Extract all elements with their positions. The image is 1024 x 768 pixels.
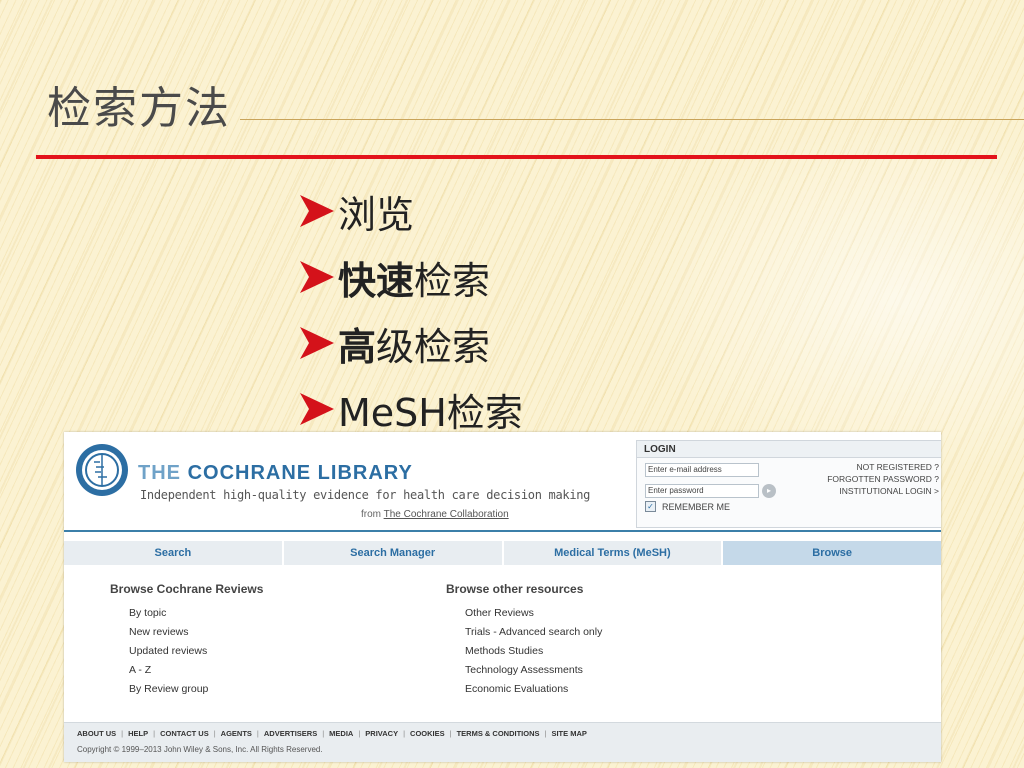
bullet-item: 浏览 xyxy=(296,178,523,244)
bullet-bold-text: 快速 xyxy=(338,258,415,303)
header-rule xyxy=(64,530,941,532)
browse-link-updated-reviews[interactable]: Updated reviews xyxy=(129,642,263,661)
password-field[interactable]: Enter password xyxy=(645,484,759,498)
cochrane-library-screenshot: THE COCHRANE LIBRARY Independent high-qu… xyxy=(64,432,941,762)
browse-link-methods-studies[interactable]: Methods Studies xyxy=(465,642,602,661)
browse-link-by-topic[interactable]: By topic xyxy=(129,604,263,623)
tab-mesh[interactable]: Medical Terms (MeSH) xyxy=(503,541,724,565)
bullet-text: 浏览 xyxy=(338,192,415,237)
footer-link-privacy[interactable]: PRIVACY xyxy=(365,729,398,738)
footer-link-help[interactable]: HELP xyxy=(128,729,148,738)
site-footer: ABOUT US | HELP | CONTACT US | AGENTS | ADVE… xyxy=(64,722,941,762)
footer-link-terms[interactable]: TERMS & CONDITIONS xyxy=(457,729,540,738)
browse-link-a-z[interactable]: A - Z xyxy=(129,661,263,680)
footer-link-cookies[interactable]: COOKIES xyxy=(410,729,445,738)
brand-prefix: THE xyxy=(138,462,188,484)
footer-link-about-us[interactable]: ABOUT US xyxy=(77,729,116,738)
browse-link-other-reviews[interactable]: Other Reviews xyxy=(465,604,602,623)
site-from: from The Cochrane Collaboration xyxy=(361,509,509,520)
arrow-bullet-icon xyxy=(300,261,334,293)
bullet-text: 检索 xyxy=(414,258,491,303)
main-nav: Search Search Manager Medical Terms (MeS… xyxy=(64,541,941,565)
browse-link-by-review-group[interactable]: By Review group xyxy=(129,680,263,699)
login-panel: LOGIN Enter e-mail address Enter passwor… xyxy=(636,440,941,528)
tab-search[interactable]: Search xyxy=(64,541,284,565)
login-submit-button[interactable]: ▸ xyxy=(762,484,776,498)
collaboration-link[interactable]: The Cochrane Collaboration xyxy=(384,509,509,520)
checkbox-icon[interactable]: ✓ xyxy=(645,501,656,512)
bullet-item: 高级检索 xyxy=(296,310,523,376)
title-red-rule xyxy=(36,155,997,159)
bullet-text: 级检索 xyxy=(376,324,491,369)
site-header: THE COCHRANE LIBRARY Independent high-qu… xyxy=(64,432,941,532)
cochrane-logo-icon xyxy=(76,444,128,496)
site-brand[interactable]: THE COCHRANE LIBRARY xyxy=(138,462,413,485)
slide-title: 检索方法 xyxy=(47,83,231,134)
from-prefix: from xyxy=(361,509,384,520)
footer-link-contact-us[interactable]: CONTACT US xyxy=(160,729,209,738)
remember-me-label: REMEMBER ME xyxy=(662,501,731,512)
footer-links: ABOUT US | HELP | CONTACT US | AGENTS | ADVE… xyxy=(77,729,587,738)
email-field[interactable]: Enter e-mail address xyxy=(645,463,759,477)
bullet-bold-text: 高 xyxy=(338,324,377,369)
forgotten-password-link[interactable]: FORGOTTEN PASSWORD ? xyxy=(827,473,939,485)
login-links: NOT REGISTERED ? FORGOTTEN PASSWORD ? IN… xyxy=(827,461,939,497)
arrow-bullet-icon xyxy=(300,195,334,227)
footer-link-agents[interactable]: AGENTS xyxy=(221,729,252,738)
footer-link-media[interactable]: MEDIA xyxy=(329,729,353,738)
site-tagline: Independent high-quality evidence for he… xyxy=(140,488,591,502)
copyright: Copyright © 1999–2013 John Wiley & Sons,… xyxy=(77,745,323,754)
arrow-bullet-icon xyxy=(300,393,334,425)
title-underline xyxy=(240,119,1024,120)
browse-link-new-reviews[interactable]: New reviews xyxy=(129,623,263,642)
browse-other-title: Browse other resources xyxy=(446,582,584,596)
not-registered-link[interactable]: NOT REGISTERED ? xyxy=(827,461,940,473)
login-heading: LOGIN xyxy=(637,441,941,458)
remember-me[interactable]: ✓ REMEMBER ME xyxy=(645,501,730,512)
browse-reviews-section: Browse Cochrane Reviews By topic New rev… xyxy=(110,582,263,699)
browse-other-section: Browse other resources Other Reviews Tri… xyxy=(446,582,602,699)
browse-link-economic-evaluations[interactable]: Economic Evaluations xyxy=(465,680,602,699)
bullet-list: 浏览 快速 检索 高级检索 MeSH检索 xyxy=(296,178,523,442)
tab-search-manager[interactable]: Search Manager xyxy=(283,541,504,565)
tab-browse[interactable]: Browse xyxy=(723,541,941,565)
footer-link-site-map[interactable]: SITE MAP xyxy=(551,729,586,738)
arrow-bullet-icon xyxy=(300,327,334,359)
brand-name: COCHRANE LIBRARY xyxy=(187,462,413,484)
browse-reviews-title: Browse Cochrane Reviews xyxy=(110,582,264,596)
browse-link-technology-assessments[interactable]: Technology Assessments xyxy=(465,661,602,680)
bullet-text: MeSH检索 xyxy=(338,390,523,435)
institutional-login-link[interactable]: INSTITUTIONAL LOGIN > xyxy=(827,485,939,497)
bullet-item: 快速 检索 xyxy=(296,244,523,310)
browse-link-trials[interactable]: Trials - Advanced search only xyxy=(465,623,602,642)
footer-link-advertisers[interactable]: ADVERTISERS xyxy=(264,729,317,738)
